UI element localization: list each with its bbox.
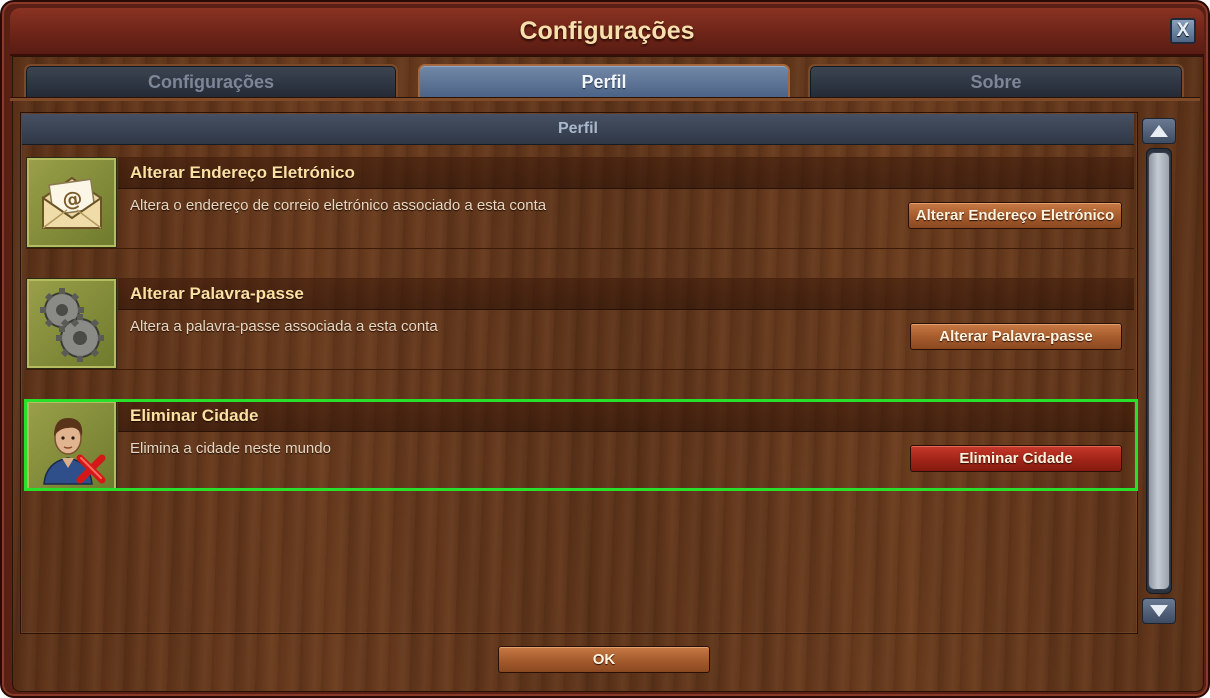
delete-user-icon xyxy=(26,400,117,491)
scroll-thumb[interactable] xyxy=(1148,152,1170,590)
tab-configuracoes[interactable]: Configurações xyxy=(24,64,398,98)
delete-city-button[interactable]: Eliminar Cidade xyxy=(910,445,1122,472)
list-item-change-password: Alterar Palavra-passe Altera a palavra-p… xyxy=(26,278,1134,370)
row-description: Elimina a cidade neste mundo xyxy=(130,440,331,457)
tab-perfil[interactable]: Perfil xyxy=(418,64,790,98)
row-title: Alterar Palavra-passe xyxy=(130,284,304,303)
row-description: Altera o endereço de correio eletrónico … xyxy=(130,197,547,214)
tab-divider xyxy=(10,97,1200,101)
row-divider xyxy=(26,248,1134,249)
scroll-up-arrow-icon[interactable] xyxy=(1142,118,1176,144)
row-description: Altera a palavra-passe associada a esta … xyxy=(130,318,438,335)
gears-icon xyxy=(26,278,117,369)
tab-sobre[interactable]: Sobre xyxy=(808,64,1184,98)
ok-button[interactable]: OK xyxy=(498,646,710,673)
list-item-change-email: @ Alterar Endereço Eletrónico Altera o e… xyxy=(26,157,1134,249)
row-title: Eliminar Cidade xyxy=(130,406,259,425)
section-header: Perfil xyxy=(22,114,1134,145)
close-button[interactable]: X xyxy=(1170,18,1196,44)
scroll-down-arrow-icon[interactable] xyxy=(1142,598,1176,624)
change-password-button[interactable]: Alterar Palavra-passe xyxy=(910,323,1122,350)
row-divider xyxy=(26,369,1134,370)
envelope-icon: @ xyxy=(26,157,117,248)
title-bar[interactable]: Configurações X xyxy=(10,8,1204,56)
svg-text:@: @ xyxy=(60,185,83,212)
dialog-title: Configurações xyxy=(519,16,695,45)
list-item-delete-city: Eliminar Cidade Elimina a cidade neste m… xyxy=(26,400,1134,492)
row-title-bar xyxy=(118,400,1134,432)
scrollbar[interactable] xyxy=(1140,118,1180,626)
change-email-button[interactable]: Alterar Endereço Eletrónico xyxy=(908,202,1122,229)
row-title: Alterar Endereço Eletrónico xyxy=(130,163,355,182)
